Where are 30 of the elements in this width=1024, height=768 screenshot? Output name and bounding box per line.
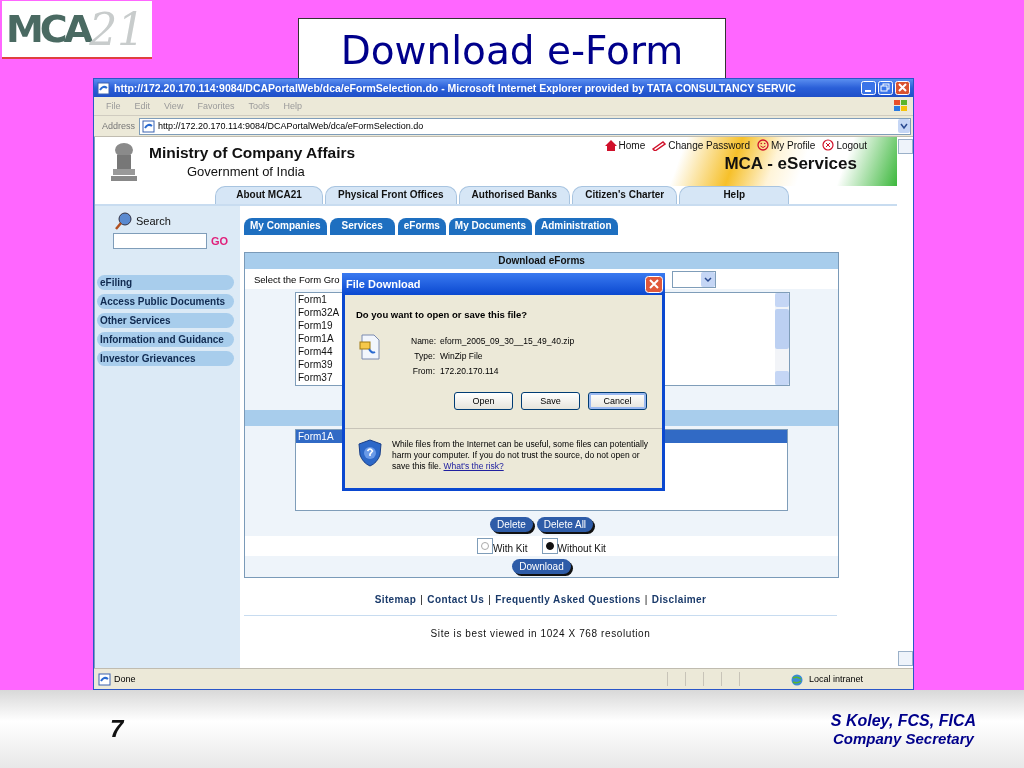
author-role: Company Secretary	[831, 729, 976, 747]
slide-title: Download e-Form	[298, 18, 726, 78]
radio-label: With Kit	[493, 543, 528, 554]
window-title: http://172.20.170.114:9084/DCAPortalWeb/dca/eFormSelection.do - Microsoft Internet Explorer provided by TATA CONSULTANCY SERVIC	[114, 82, 797, 94]
search-label: Search	[136, 215, 171, 227]
zone-text: Local intranet	[809, 674, 865, 684]
separator: |	[420, 594, 424, 605]
warning-text: While files from the Internet can be useful, some files can potentially harm your computer. If you do not trust the source, do not open or save this file. What's the risk?	[392, 439, 650, 472]
resolution-note: Site is best viewed in 1024 X 768 resolution	[429, 628, 652, 639]
field-value: WinZip File	[440, 351, 483, 361]
dialog-question: Do you want to open or save this file?	[356, 309, 529, 320]
form-group-label: Select the Form Gro	[254, 273, 340, 285]
banner-title: MCA - eServices	[724, 154, 858, 174]
field-value: 172.20.170.114	[440, 366, 499, 376]
field-value: eform_2005_09_30__15_49_40.zip	[440, 336, 575, 346]
government-name: Government of India	[187, 164, 306, 179]
address-label: Address	[102, 121, 136, 131]
field-label: Name:	[411, 336, 435, 346]
author-name: S Koley, FCS, FICA	[830, 711, 976, 730]
panel-title: Download eForms	[245, 253, 838, 269]
dialog-title: File Download	[346, 278, 421, 290]
ministry-name: Ministry of Company Affairs	[149, 144, 357, 162]
status-text: Done	[114, 674, 137, 684]
separator: |	[644, 594, 648, 605]
logo: MCA21	[2, 1, 152, 59]
field-label: Type:	[413, 351, 435, 361]
separator: |	[488, 594, 492, 605]
radio-label: Without Kit	[557, 543, 606, 554]
page-number: 7	[110, 715, 124, 743]
field-label: From:	[411, 366, 435, 376]
